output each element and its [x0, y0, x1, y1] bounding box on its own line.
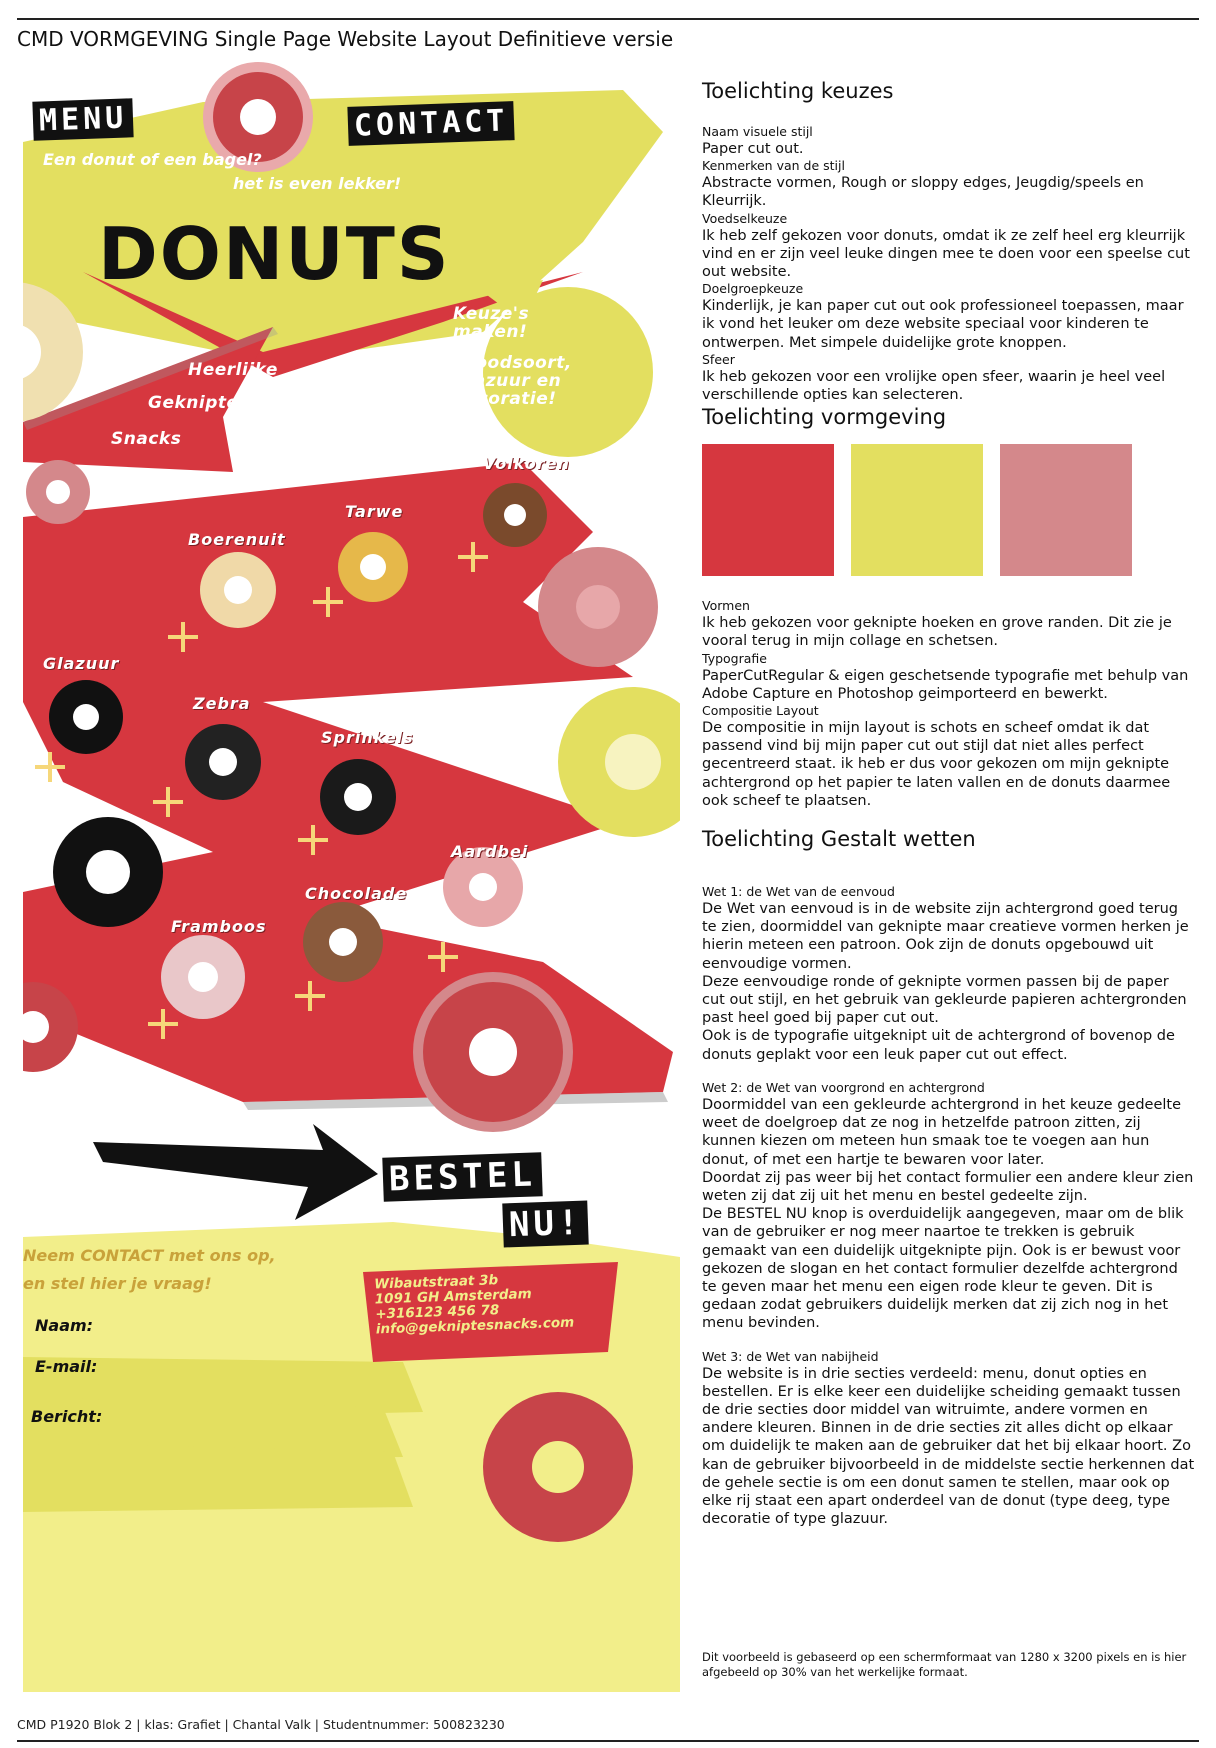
flavor-donuts — [35, 483, 547, 1039]
flavor-chocolade[interactable]: Chocolade — [305, 884, 407, 903]
label-typografie: Typografie — [702, 650, 767, 666]
text-voedselkeuze: Ik heb zelf gekozen voor donuts, omdat i… — [702, 227, 1190, 281]
flavor-tarwe[interactable]: Tarwe — [345, 502, 403, 521]
form-email-field[interactable]: E-mail: — [35, 1357, 97, 1376]
flavor-zebra[interactable]: Zebra — [193, 694, 251, 713]
text-wet-2-p1: Doormiddel van een gekleurde achtergrond… — [702, 1096, 1181, 1168]
swatch-red — [702, 444, 834, 577]
format-note: Dit voorbeeld is gebaseerd op een scherm… — [702, 1650, 1187, 1679]
heading-gestalt: Toelichting Gestalt wetten — [702, 827, 976, 852]
color-swatches — [702, 444, 1196, 577]
text-wet-1-p1: De Wet van eenvoud is in de website zijn… — [702, 901, 1189, 972]
flavor-framboos[interactable]: Framboos — [171, 917, 267, 936]
website-mockup: MENU CONTACT Een donut of een bagel? het… — [23, 62, 680, 1692]
address-card: Wibautstraat 3b 1091 GH Amsterdam +31612… — [374, 1271, 574, 1337]
flavor-glazuur[interactable]: Glazuur — [43, 654, 119, 673]
text-wet-2-p3: De BESTEL NU knop is overduidelijk aange… — [702, 1206, 1184, 1332]
flavor-boerenuit[interactable]: Boerenuit — [188, 530, 286, 549]
text-vormen: Ik heb gekozen voor geknipte hoeken en g… — [702, 615, 1172, 650]
text-wet-2-p2: Doordat zij pas weer bij het contact for… — [702, 1169, 1194, 1204]
heading-keuzes: Toelichting keuzes — [702, 79, 894, 103]
label-doelgroep: Doelgroepkeuze — [702, 281, 804, 297]
flavor-sprinkels[interactable]: Sprinkels — [321, 728, 414, 747]
label-wet-3: Wet 3: de Wet van nabijheid — [702, 1348, 879, 1364]
label-voedselkeuze: Voedselkeuze — [702, 210, 788, 226]
swatch-yellow — [851, 444, 983, 577]
text-doelgroep: Kinderlijk, je kan paper cut out ook pro… — [702, 298, 1184, 351]
footer-credits: CMD P1920 Blok 2 | klas: Grafiet | Chant… — [17, 1717, 505, 1732]
text-sfeer: Ik heb gekozen voor een vrolijke open sf… — [702, 368, 1166, 404]
top-rule — [17, 18, 1199, 20]
label-wet-2: Wet 2: de Wet van voorgrond en achtergro… — [702, 1079, 985, 1095]
bestel-label: BESTEL — [382, 1152, 543, 1202]
flavor-aardbei[interactable]: Aardbei — [451, 842, 528, 861]
document-title: CMD VORMGEVING Single Page Website Layou… — [17, 27, 674, 51]
heading-vormgeving: Toelichting vormgeving — [702, 405, 947, 430]
form-naam-field[interactable]: Naam: — [35, 1316, 93, 1335]
label-wet-1: Wet 1: de Wet van de eenvoud — [702, 884, 895, 900]
text-visuele-stijl: Paper cut out. — [702, 141, 804, 157]
label-kenmerken: Kenmerken van de stijl — [702, 158, 845, 174]
contact-line-1: Neem CONTACT met ons op, — [23, 1246, 276, 1265]
text-compositie: De compositie in mijn layout is schots e… — [702, 720, 1171, 809]
text-wet-1-p2: Deze eenvoudige ronde of geknipte vormen… — [702, 973, 1187, 1027]
explanation-column: Toelichting keuzes Naam visuele stijl Pa… — [702, 78, 1196, 1528]
text-wet-1-p3: Ook is de typografie uitgeknipt uit de a… — [702, 1028, 1175, 1063]
bestel-nu-button-2[interactable]: NU! — [502, 1200, 590, 1248]
bottom-rule — [17, 1740, 1199, 1742]
contact-line-2: en stel hier je vraag! — [23, 1274, 212, 1293]
label-visuele-stijl: Naam visuele stijl — [702, 124, 813, 139]
swatch-pink — [1000, 444, 1132, 577]
label-sfeer: Sfeer — [702, 351, 735, 367]
flavor-volkoren[interactable]: Volkoren — [483, 454, 570, 473]
bestel-nu-button[interactable]: BESTEL — [382, 1152, 543, 1202]
text-wet-3-p1: De website is in drie secties verdeeld: … — [702, 1365, 1195, 1528]
label-vormen: Vormen — [702, 598, 750, 614]
label-compositie: Compositie Layout — [702, 703, 819, 719]
nu-label: NU! — [502, 1200, 590, 1248]
form-bericht-field[interactable]: Bericht: — [31, 1407, 102, 1426]
text-kenmerken: Abstracte vormen, Rough or sloppy edges,… — [702, 175, 1144, 210]
text-typografie: PaperCutRegular & eigen geschetsende typ… — [702, 667, 1189, 702]
